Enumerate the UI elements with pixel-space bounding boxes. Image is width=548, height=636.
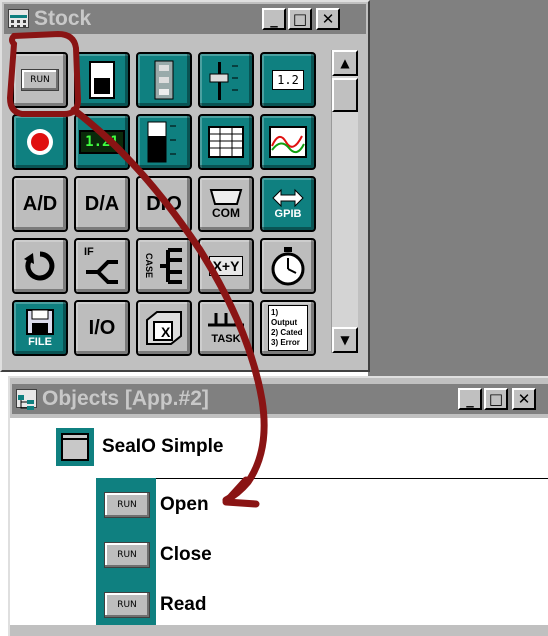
objects-tree: SeaIO Simple RUN Open RUN Close RUN Read <box>10 418 548 625</box>
run-badge-icon: RUN <box>104 592 150 618</box>
formula-tile[interactable]: X+Y <box>198 238 254 294</box>
list-item[interactable]: RUN Read <box>104 590 304 620</box>
file-icon <box>26 309 54 335</box>
led-indicator-icon <box>27 129 53 155</box>
list-item[interactable]: RUN Close <box>104 540 304 570</box>
case-label: CASE <box>144 253 154 279</box>
gpib-label: GPIB <box>274 208 302 220</box>
run-badge-icon: RUN <box>104 542 150 568</box>
case-icon <box>160 248 182 284</box>
formula-label: X+Y <box>208 256 244 276</box>
if-branch-tile[interactable]: IF <box>74 238 130 294</box>
scroll-down-icon[interactable]: ▼ <box>332 327 358 353</box>
scroll-up-icon[interactable]: ▲ <box>332 50 358 76</box>
gpib-tile[interactable]: GPIB <box>260 176 316 232</box>
slider-icon <box>209 62 238 100</box>
tree-root-row[interactable]: SeaIO Simple <box>56 428 266 468</box>
serial-com-icon <box>209 189 243 205</box>
task-label: TASK <box>211 333 241 345</box>
analog-digital-label: A/D <box>22 192 58 215</box>
item-label: Read <box>160 594 207 615</box>
maximize-button[interactable]: □ <box>288 8 312 30</box>
graph-tile[interactable] <box>260 114 316 170</box>
digital-analog-tile[interactable]: D/A <box>74 176 130 232</box>
timer-tile[interactable] <box>260 238 316 294</box>
item-label: Open <box>160 494 209 515</box>
window-icon <box>56 428 94 466</box>
window-title: Objects [App.#2] <box>42 387 209 410</box>
tree-root-label: SeaIO Simple <box>102 436 224 457</box>
serial-com-label: COM <box>212 206 240 220</box>
led-indicator-tile[interactable] <box>12 114 68 170</box>
slider-tile[interactable] <box>198 52 254 108</box>
sequence-list-icon: 1) Output 2) Cated 3) Error <box>268 305 308 351</box>
tree-view-icon <box>16 389 37 410</box>
palette-grid-icon <box>8 9 29 28</box>
digital-display-icon: 1.21 <box>79 130 125 154</box>
gpib-icon <box>272 188 304 208</box>
window-title: Stock <box>34 7 92 30</box>
stock-titlebar[interactable]: Stock _ □ ✕ <box>4 4 366 34</box>
desktop-background <box>368 0 548 378</box>
list-item[interactable]: RUN Open <box>104 490 304 520</box>
multi-switch-tile[interactable] <box>136 52 192 108</box>
task-tile[interactable]: TASK <box>198 300 254 356</box>
case-tile[interactable]: CASE <box>136 238 192 294</box>
serial-com-tile[interactable]: COM <box>198 176 254 232</box>
stock-window: Stock _ □ ✕ RUN 1.2 1.21 A/D D/A DIO COM… <box>0 0 370 372</box>
objects-titlebar[interactable]: Objects [App.#2] _ □ ✕ <box>12 384 548 414</box>
file-label: FILE <box>28 336 52 348</box>
bar-meter-icon <box>147 121 176 163</box>
digital-display-tile[interactable]: 1.21 <box>74 114 130 170</box>
if-branch-icon <box>86 260 118 284</box>
numeric-input-tile[interactable]: 1.2 <box>260 52 316 108</box>
minimize-button[interactable]: _ <box>262 8 286 30</box>
run-badge-icon: RUN <box>104 492 150 518</box>
stock-scrollbar[interactable]: ▲ ▼ <box>331 50 358 353</box>
close-button[interactable]: ✕ <box>316 8 340 30</box>
io-tile[interactable]: I/O <box>74 300 130 356</box>
run-button-icon: RUN <box>21 69 59 91</box>
multi-switch-icon <box>154 60 174 100</box>
maximize-button[interactable]: □ <box>484 388 508 410</box>
table-tile[interactable] <box>198 114 254 170</box>
graph-icon <box>269 126 307 158</box>
run-button-tile[interactable]: RUN <box>12 52 68 108</box>
loop-tile[interactable] <box>12 238 68 294</box>
loop-icon <box>24 251 55 281</box>
digital-io-label: DIO <box>146 192 182 215</box>
minimize-button[interactable]: _ <box>458 388 482 410</box>
close-button[interactable]: ✕ <box>512 388 536 410</box>
digital-analog-label: D/A <box>84 192 120 215</box>
bar-meter-tile[interactable] <box>136 114 192 170</box>
toggle-switch-tile[interactable] <box>74 52 130 108</box>
variable-box-tile[interactable]: X <box>136 300 192 356</box>
timer-icon <box>271 247 305 286</box>
if-branch-label: IF <box>84 246 94 258</box>
scroll-thumb[interactable] <box>332 78 358 112</box>
sequence-list-tile[interactable]: 1) Output 2) Cated 3) Error <box>260 300 316 356</box>
numeric-input-icon: 1.2 <box>272 70 304 90</box>
file-tile[interactable]: FILE <box>12 300 68 356</box>
toggle-switch-icon <box>89 61 115 99</box>
io-label: I/O <box>88 316 116 339</box>
variable-box-label: X <box>161 324 171 340</box>
table-icon <box>208 126 244 158</box>
task-icon <box>208 313 244 327</box>
digital-io-tile[interactable]: DIO <box>136 176 192 232</box>
tree-child-line <box>96 478 548 479</box>
analog-digital-tile[interactable]: A/D <box>12 176 68 232</box>
item-label: Close <box>160 544 212 565</box>
